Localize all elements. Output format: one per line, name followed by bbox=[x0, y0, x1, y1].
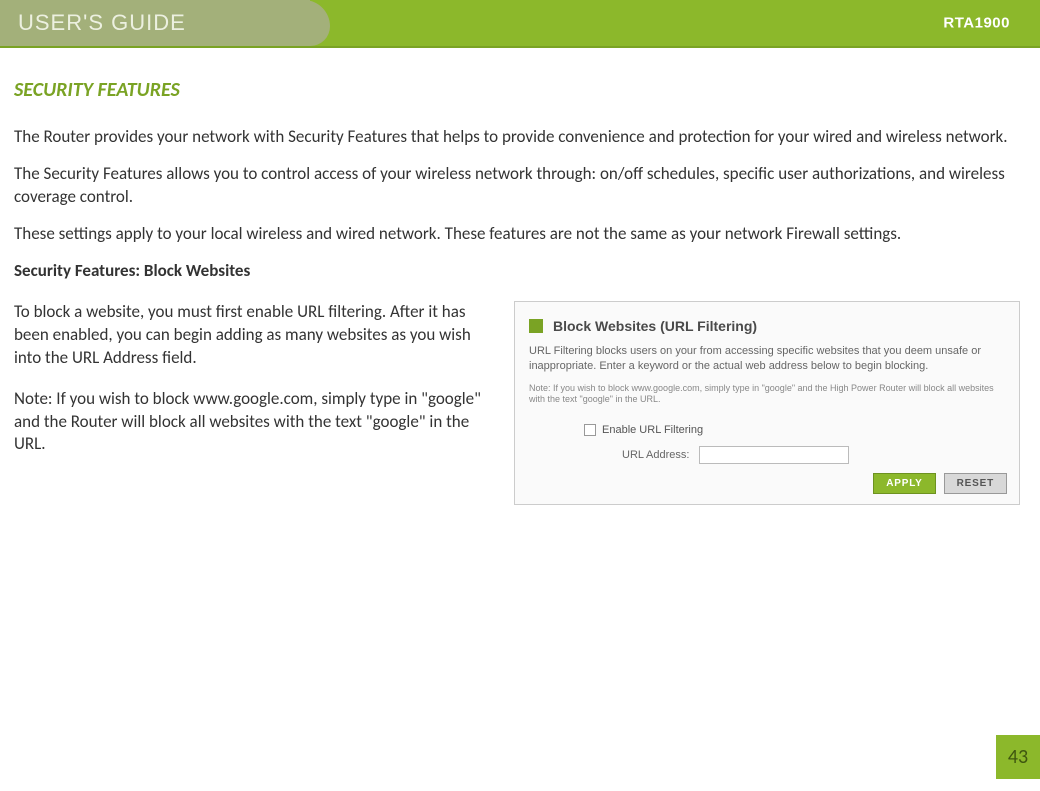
page-number: 43 bbox=[996, 735, 1040, 779]
panel-buttons: APPLY RESET bbox=[873, 473, 1007, 494]
intro-paragraph-3: These settings apply to your local wirel… bbox=[14, 223, 1020, 246]
enable-filtering-row[interactable]: Enable URL Filtering bbox=[584, 424, 1005, 436]
header-title: USER'S GUIDE bbox=[18, 10, 186, 36]
left-column: To block a website, you must first enabl… bbox=[14, 301, 494, 475]
header-bar: USER'S GUIDE RTA1900 bbox=[0, 0, 1040, 48]
panel-title-row: Block Websites (URL Filtering) bbox=[529, 318, 1005, 334]
intro-paragraph-2: The Security Features allows you to cont… bbox=[14, 163, 1020, 209]
block-desc-1: To block a website, you must first enabl… bbox=[14, 301, 494, 370]
intro-paragraph-1: The Router provides your network with Se… bbox=[14, 126, 1020, 149]
apply-button[interactable]: APPLY bbox=[873, 473, 935, 494]
url-filtering-panel: Block Websites (URL Filtering) URL Filte… bbox=[514, 301, 1020, 505]
header-model: RTA1900 bbox=[943, 15, 1010, 32]
page-content: SECURITY FEATURES The Router provides yo… bbox=[0, 48, 1040, 505]
panel-description: URL Filtering blocks users on your from … bbox=[529, 344, 1005, 375]
panel-note: Note: If you wish to block www.google.co… bbox=[529, 383, 1005, 406]
enable-filtering-label: Enable URL Filtering bbox=[602, 424, 703, 436]
enable-filtering-checkbox[interactable] bbox=[584, 424, 596, 436]
url-address-label: URL Address: bbox=[622, 449, 689, 461]
header-tab: USER'S GUIDE bbox=[0, 0, 310, 46]
panel-title: Block Websites (URL Filtering) bbox=[553, 318, 757, 334]
url-address-row: URL Address: bbox=[584, 446, 1005, 464]
panel-square-icon bbox=[529, 319, 543, 333]
block-desc-note: Note: If you wish to block www.google.co… bbox=[14, 388, 494, 457]
two-column-layout: To block a website, you must first enabl… bbox=[14, 301, 1020, 505]
reset-button[interactable]: RESET bbox=[944, 473, 1007, 494]
section-title: SECURITY FEATURES bbox=[14, 78, 1020, 102]
url-address-input[interactable] bbox=[699, 446, 849, 464]
panel-form: Enable URL Filtering URL Address: bbox=[529, 424, 1005, 464]
subheading-block-websites: Security Features: Block Websites bbox=[14, 260, 1020, 281]
